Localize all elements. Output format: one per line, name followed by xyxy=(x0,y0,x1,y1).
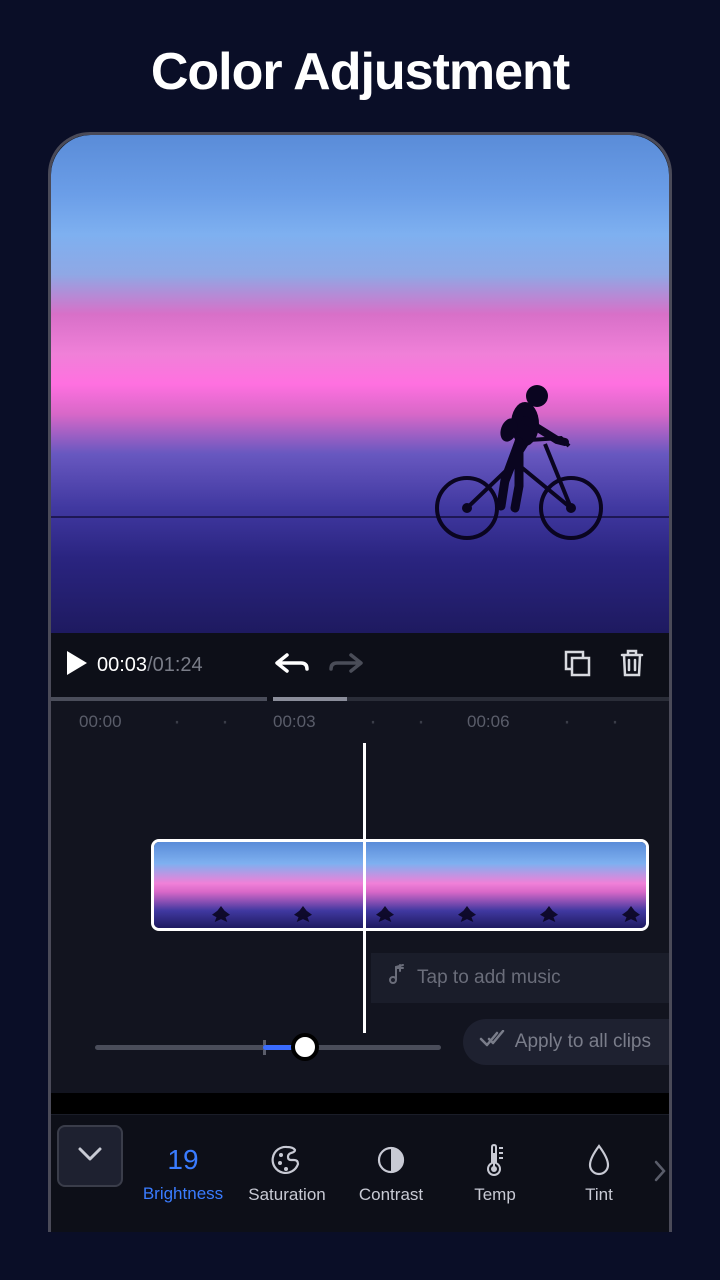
ruler-tick: · xyxy=(417,708,425,736)
ruler-tick: · xyxy=(611,708,619,736)
add-music-button[interactable]: Tap to add music xyxy=(371,953,669,1003)
thermometer-icon xyxy=(482,1143,508,1177)
cyclist-silhouette xyxy=(429,380,609,545)
ruler-mark: 00:06 xyxy=(467,712,510,732)
adjust-label: Contrast xyxy=(359,1185,423,1205)
ruler-tick: · xyxy=(563,708,571,736)
undo-icon[interactable] xyxy=(275,651,309,680)
adjust-saturation[interactable]: Saturation xyxy=(235,1115,339,1232)
clip-thumbnail xyxy=(564,842,646,928)
time-ruler[interactable]: 00:00 · · 00:03 · · 00:06 · · xyxy=(51,701,669,743)
more-adjustments[interactable] xyxy=(651,1115,669,1232)
contrast-icon xyxy=(376,1143,406,1177)
ruler-tick: · xyxy=(369,708,377,736)
adjust-label: Tint xyxy=(585,1185,613,1205)
page-title: Color Adjustment xyxy=(0,0,720,132)
adjust-tint[interactable]: Tint xyxy=(547,1115,651,1232)
video-preview[interactable] xyxy=(51,135,669,633)
apply-all-button[interactable]: Apply to all clips xyxy=(463,1019,669,1065)
adjust-contrast[interactable]: Contrast xyxy=(339,1115,443,1232)
timeline-area[interactable]: Tap to add music Apply to all clips xyxy=(51,743,669,1093)
video-clip[interactable] xyxy=(151,839,649,931)
playhead[interactable] xyxy=(363,743,366,1033)
chevron-right-icon xyxy=(654,1160,666,1187)
copy-icon[interactable] xyxy=(563,649,591,682)
redo-icon[interactable] xyxy=(329,651,363,680)
adjust-label: Saturation xyxy=(248,1185,326,1205)
trash-icon[interactable] xyxy=(619,648,645,683)
transport-bar: 00:03/01:24 xyxy=(51,633,669,697)
chevron-down-icon xyxy=(77,1146,103,1167)
clip-thumbnail xyxy=(482,842,564,928)
clip-thumbnail xyxy=(318,842,400,928)
brightness-value: 19 xyxy=(167,1144,198,1176)
music-prompt-label: Tap to add music xyxy=(417,967,561,989)
slider-thumb[interactable] xyxy=(291,1033,319,1061)
clip-thumbnail xyxy=(236,842,318,928)
brightness-slider[interactable] xyxy=(95,1031,441,1063)
adjust-label: Temp xyxy=(474,1185,516,1205)
palette-icon xyxy=(271,1143,303,1177)
music-note-icon xyxy=(385,963,407,993)
timecode: 00:03/01:24 xyxy=(97,654,203,677)
checkmark-icon xyxy=(479,1030,505,1054)
collapse-button[interactable] xyxy=(57,1125,123,1187)
adjust-label: Brightness xyxy=(143,1184,223,1204)
phone-frame: 00:03/01:24 00:00 · · 00:03 · · 00:06 · … xyxy=(48,132,672,1232)
ruler-mark: 00:00 xyxy=(79,712,122,732)
adjustment-toolbar: 19 Brightness Saturation Contrast Temp xyxy=(51,1114,669,1232)
droplet-icon xyxy=(586,1143,612,1177)
play-icon[interactable] xyxy=(65,649,89,682)
total-time: 01:24 xyxy=(153,654,203,676)
adjust-temp[interactable]: Temp xyxy=(443,1115,547,1232)
adjust-brightness[interactable]: 19 Brightness xyxy=(131,1115,235,1232)
current-time: 00:03 xyxy=(97,654,147,676)
ruler-tick: · xyxy=(221,708,229,736)
clip-thumbnail xyxy=(154,842,236,928)
ruler-tick: · xyxy=(173,708,181,736)
ruler-mark: 00:03 xyxy=(273,712,316,732)
apply-all-label: Apply to all clips xyxy=(515,1031,651,1053)
clip-thumbnail xyxy=(400,842,482,928)
